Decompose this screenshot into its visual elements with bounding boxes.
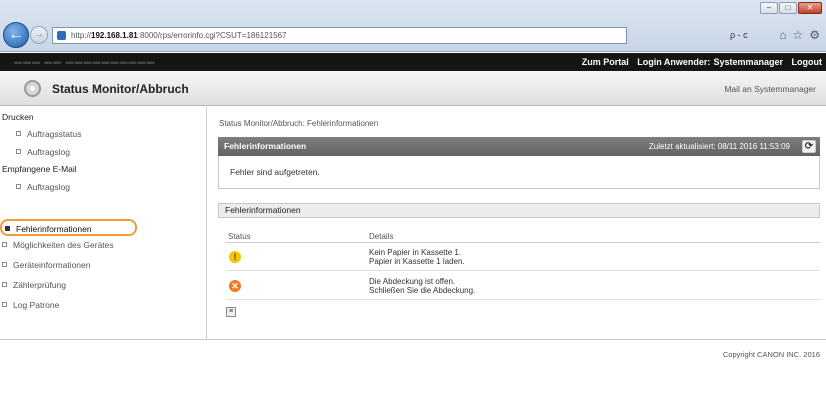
search-refresh-controls[interactable]: ρ - c [730,27,770,44]
close-window-button[interactable]: ✕ [798,2,822,14]
sidebar-item-label: Log Patrone [13,300,60,310]
sidebar-item-auftragsstatus[interactable]: Auftragsstatus [16,129,81,139]
device-name-watermark: ▬▬▬ ▬▬ ▬▬▬▬▬▬▬▬▬▬ [14,57,156,66]
table-row-detail-line2: Papier in Kassette 1 laden. [369,257,465,266]
row-divider [226,299,820,300]
refresh-icon[interactable]: ⟳ [802,140,816,153]
bullet-icon [16,184,21,189]
table-row-detail-line1: Kein Papier in Kassette 1. [369,248,462,257]
maximize-button[interactable]: □ [779,2,797,14]
browser-chrome: – □ ✕ ← → http://192.168.1.81:8000/rps/e… [0,0,826,52]
bullet-icon [5,226,10,231]
status-monitor-icon [24,80,41,97]
sidebar-item-label: Auftragslog [27,147,70,157]
sidebar-item-zaehlerpruefung[interactable]: Zählerprüfung [2,280,66,290]
sidebar-item-auftragslog-email[interactable]: Auftragslog [16,182,70,192]
app-top-bar: ▬▬▬ ▬▬ ▬▬▬▬▬▬▬▬▬▬ Zum Portal Login Anwen… [0,53,826,71]
forward-arrow-icon[interactable]: → [30,26,48,44]
bullet-icon [2,242,7,247]
column-header-status: Status [228,232,251,241]
sidebar-item-label: Fehlerinformationen [16,224,92,234]
login-user-name: Systemmanager [713,57,783,67]
star-icon[interactable]: ☆ [792,27,803,44]
panel-header: Fehlerinformationen Zuletzt aktualisiert… [218,137,820,156]
copyright-text: Copyright CANON INC. 2016 [722,350,820,359]
window-controls: – □ ✕ [760,2,822,14]
gear-icon[interactable]: ⚙ [809,27,820,44]
address-path: :8000/rps/errorinfo.cgi?CSUT=186121567 [137,31,287,40]
portal-link[interactable]: Zum Portal [582,57,629,67]
table-row-detail-line2: Schließen Sie die Abdeckung. [369,286,476,295]
sidebar-item-log-patrone[interactable]: Log Patrone [2,300,59,310]
sidebar-item-auftragslog-drucken[interactable]: Auftragslog [16,147,70,157]
table-row-detail-line1: Die Abdeckung ist offen. [369,277,456,286]
sidebar-group-empfangene-email: Empfangene E-Mail [2,164,77,174]
warning-icon: ! [229,251,241,263]
site-favicon-icon [57,31,66,40]
error-icon: ✕ [229,280,241,292]
row-divider [226,270,820,271]
bullet-icon [16,149,21,154]
expand-icon[interactable]: ≡ [226,307,236,317]
panel-title: Fehlerinformationen [224,141,307,151]
breadcrumb: Status Monitor/Abbruch: Fehlerinformatio… [219,119,379,128]
page-title-bar: Status Monitor/Abbruch Mail an Systemman… [0,71,826,106]
sidebar-item-label: Auftragsstatus [27,129,82,139]
header-divider [226,242,820,243]
column-header-details: Details [369,232,394,241]
address-prefix: http:// [71,31,92,40]
back-arrow-icon[interactable]: ← [3,22,29,48]
login-user-label: Login Anwender: [637,57,711,67]
bullet-icon [2,282,7,287]
sidebar-group-drucken: Drucken [2,112,34,122]
home-icon[interactable]: ⌂ [779,27,786,44]
logout-link[interactable]: Logout [792,57,823,67]
sidebar-item-fehlerinformationen[interactable]: Fehlerinformationen [0,219,137,236]
sidebar-item-label: Möglichkeiten des Gerätes [13,240,114,250]
mail-to-admin-link[interactable]: Mail an Systemmanager [724,71,816,107]
last-updated-text: Zuletzt aktualisiert: 08/11 2016 11:53:0… [648,142,790,151]
top-links: Zum Portal Login Anwender: Systemmanager … [576,53,822,71]
bullet-icon [2,262,7,267]
section-title: Fehlerinformationen [218,203,820,218]
toolbar-icons: ⌂ ☆ ⚙ [779,27,820,44]
bullet-icon [2,302,7,307]
address-bar[interactable]: http://192.168.1.81:8000/rps/errorinfo.c… [52,27,627,44]
sidebar-item-label: Zählerprüfung [13,280,66,290]
page-title: Status Monitor/Abbruch [52,82,189,96]
bullet-icon [16,131,21,136]
address-host: 192.168.1.81 [91,31,138,40]
sidebar-item-geraeteinformationen[interactable]: Geräteinformationen [2,260,91,270]
footer-divider [0,339,826,340]
sidebar-item-label: Auftragslog [27,182,70,192]
minimize-button[interactable]: – [760,2,778,14]
sidebar: Drucken Auftragsstatus Auftragslog Empfa… [0,107,207,339]
panel-message: Fehler sind aufgetreten. [218,156,820,189]
sidebar-item-label: Geräteinformationen [13,260,91,270]
sidebar-item-moeglichkeiten[interactable]: Möglichkeiten des Gerätes [2,240,114,250]
